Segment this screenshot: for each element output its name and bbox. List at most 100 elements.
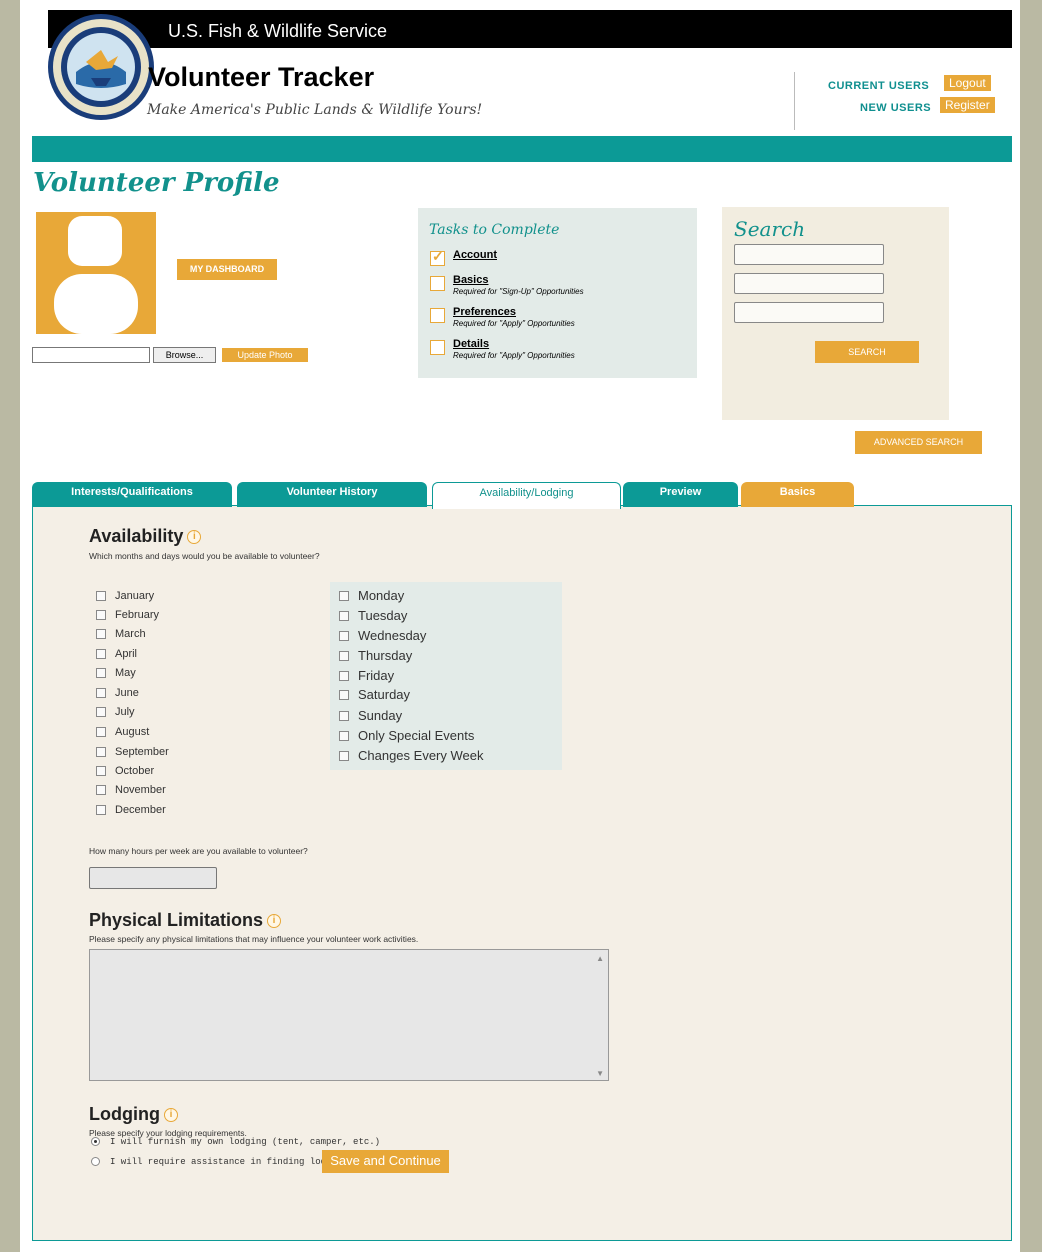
month-label: February	[115, 609, 160, 621]
task-checkbox[interactable]: ✓	[430, 248, 445, 266]
search-input-2[interactable]	[734, 273, 884, 294]
task-label[interactable]: Account	[453, 249, 497, 261]
logout-button[interactable]: Logout	[944, 75, 991, 91]
task-checkbox[interactable]	[430, 308, 445, 323]
register-button[interactable]: Register	[940, 97, 995, 113]
app-title[interactable]: Volunteer Tracker	[148, 62, 374, 93]
tab-basics[interactable]: Basics	[741, 482, 854, 507]
browse-button[interactable]: Browse...	[153, 347, 216, 363]
limitations-textarea[interactable]: ▲ ▼	[89, 949, 609, 1081]
day-label: Wednesday	[358, 628, 427, 643]
tab-volunteer-history[interactable]: Volunteer History	[237, 482, 427, 507]
checkbox[interactable]	[96, 591, 106, 601]
checkbox[interactable]	[96, 707, 106, 717]
photo-file-input[interactable]	[32, 347, 150, 363]
radio-button[interactable]	[91, 1137, 100, 1146]
tab-interests-qualifications[interactable]: Interests/Qualifications	[32, 482, 232, 507]
checkbox[interactable]	[339, 751, 349, 761]
profile-tabs: Interests/Qualifications Volunteer Histo…	[32, 482, 1012, 510]
task-note: Required for "Apply" Opportunities	[453, 351, 575, 360]
month-label: January	[115, 590, 155, 602]
availability-title-text: Availability	[89, 526, 184, 546]
tab-preview[interactable]: Preview	[623, 482, 738, 507]
day-label: Saturday	[358, 687, 411, 702]
month-label: July	[115, 706, 135, 718]
availability-title: Availability i	[89, 526, 202, 547]
task-checkbox[interactable]	[430, 276, 445, 291]
task-label[interactable]: Preferences	[453, 306, 516, 318]
hours-input[interactable]	[89, 867, 217, 889]
checkbox[interactable]	[339, 731, 349, 741]
checkbox[interactable]	[96, 688, 106, 698]
header-divider	[794, 72, 795, 130]
tab-availability-lodging[interactable]: Availability/Lodging	[432, 482, 621, 509]
checkbox[interactable]	[339, 591, 349, 601]
radio-label: I will require assistance in finding lod…	[110, 1157, 348, 1167]
checkbox[interactable]	[96, 629, 106, 639]
task-label[interactable]: Basics	[453, 274, 488, 286]
person-silhouette-icon	[54, 216, 138, 334]
search-panel: Search SEARCH	[722, 207, 949, 420]
scroll-up-arrow-icon[interactable]: ▲	[596, 954, 604, 963]
update-photo-button[interactable]: Update Photo	[222, 348, 308, 362]
search-input-3[interactable]	[734, 302, 884, 323]
month-label: March	[115, 628, 146, 640]
checkbox[interactable]	[96, 805, 106, 815]
checkbox[interactable]	[96, 766, 106, 776]
checkbox[interactable]	[339, 631, 349, 641]
tasks-title: Tasks to Complete	[429, 222, 560, 238]
task-label[interactable]: Details	[453, 338, 489, 350]
my-dashboard-button[interactable]: MY DASHBOARD	[177, 259, 277, 280]
checkbox[interactable]	[96, 649, 106, 659]
nav-bar	[32, 136, 1012, 162]
radio-button[interactable]	[91, 1157, 100, 1166]
lodging-title: Lodging i	[89, 1104, 178, 1125]
advanced-search-button[interactable]: ADVANCED SEARCH	[855, 431, 982, 454]
checkmark-icon: ✓	[432, 248, 444, 264]
task-checkbox[interactable]	[430, 340, 445, 355]
page-title: Volunteer Profile	[33, 168, 280, 198]
checkbox[interactable]	[339, 651, 349, 661]
month-label: June	[115, 687, 139, 699]
month-label: October	[115, 765, 155, 777]
info-icon[interactable]: i	[267, 914, 282, 929]
day-label: Thursday	[358, 648, 413, 663]
tasks-panel: Tasks to Complete ✓ Account Basics Requi…	[418, 208, 697, 378]
info-icon[interactable]: i	[163, 1108, 178, 1123]
checkbox[interactable]	[96, 610, 106, 620]
usfws-volunteer-seal-icon[interactable]	[46, 12, 156, 122]
lodging-title-text: Lodging	[89, 1104, 160, 1124]
month-label: November	[115, 784, 166, 796]
checkbox[interactable]	[96, 747, 106, 757]
month-label: December	[115, 804, 166, 816]
avatar	[36, 212, 156, 334]
info-icon[interactable]: i	[187, 530, 202, 545]
checkbox[interactable]	[339, 611, 349, 621]
radio-label: I will furnish my own lodging (tent, cam…	[110, 1137, 381, 1147]
day-label: Only Special Events	[358, 728, 475, 743]
availability-prompt: Which months and days would you be avail…	[89, 551, 320, 561]
checkbox[interactable]	[339, 711, 349, 721]
agency-name: U.S. Fish & Wildlife Service	[168, 21, 388, 41]
checkbox[interactable]	[339, 671, 349, 681]
day-label: Monday	[358, 588, 405, 603]
agency-bar: U.S. Fish & Wildlife Service	[48, 10, 1012, 48]
scroll-down-arrow-icon[interactable]: ▼	[596, 1069, 604, 1078]
limitations-prompt: Please specify any physical limitations …	[89, 934, 419, 944]
search-button[interactable]: SEARCH	[815, 341, 919, 363]
page: U.S. Fish & Wildlife Service Volunteer T…	[20, 0, 1020, 1252]
days-panel: Monday Tuesday Wednesday Thursday Friday…	[330, 582, 562, 770]
current-users-label: CURRENT USERS	[828, 80, 930, 92]
checkbox[interactable]	[96, 727, 106, 737]
task-note: Required for "Apply" Opportunities	[453, 319, 575, 328]
checkbox[interactable]	[96, 668, 106, 678]
checkbox[interactable]	[96, 785, 106, 795]
month-label: May	[115, 667, 136, 679]
day-label: Changes Every Week	[358, 748, 484, 763]
task-note: Required for "Sign-Up" Opportunities	[453, 287, 584, 296]
checkbox[interactable]	[339, 690, 349, 700]
search-input-1[interactable]	[734, 244, 884, 265]
save-and-continue-button[interactable]: Save and Continue	[322, 1150, 449, 1173]
limitations-title: Physical Limitations i	[89, 910, 282, 931]
tab-panel-availability: Availability i Which months and days woul…	[32, 505, 1012, 1241]
